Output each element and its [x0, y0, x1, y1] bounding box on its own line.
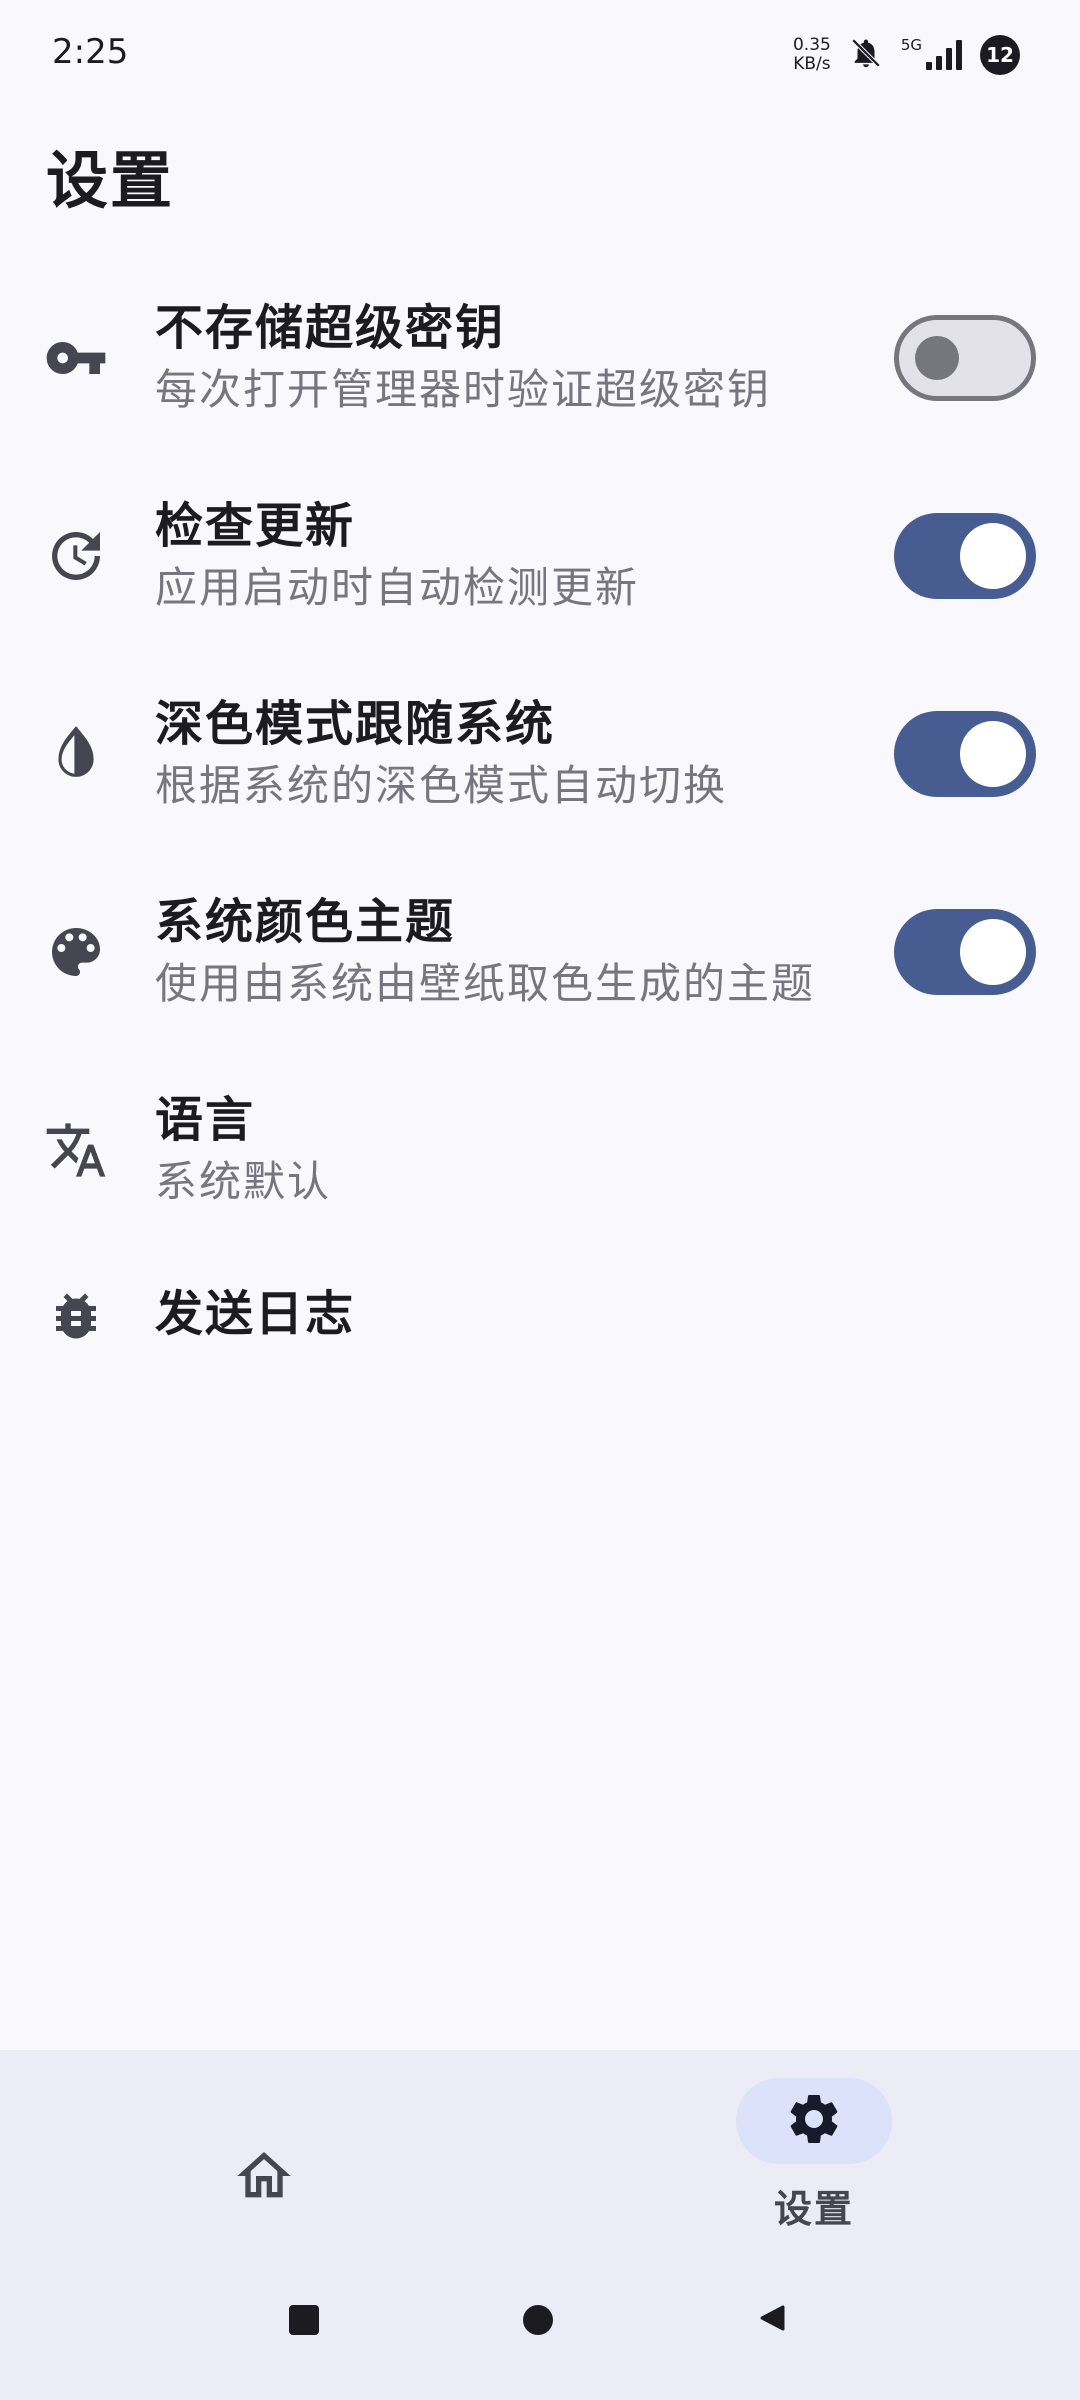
setting-language[interactable]: 语言 系统默认 [0, 1072, 1080, 1270]
nav-settings[interactable]: 设置 [736, 2078, 892, 2233]
toggle-knob [915, 336, 959, 380]
setting-subtitle: 使用由系统由壁纸取色生成的主题 [155, 959, 816, 1008]
setting-text: 检查更新 应用启动时自动检测更新 [155, 494, 639, 618]
setting-subtitle: 应用启动时自动检测更新 [155, 563, 640, 612]
setting-title: 语言 [155, 1092, 256, 1148]
network-type: 5G [900, 36, 922, 54]
home-icon [232, 2144, 296, 2212]
nav-home[interactable] [214, 2128, 314, 2228]
setting-text: 发送日志 [155, 1282, 355, 1346]
network-speed-value: 0.35 [792, 35, 831, 55]
back-triangle-icon [757, 2303, 787, 2337]
setting-text: 不存储超级密钥 每次打开管理器时验证超级密钥 [155, 296, 771, 420]
setting-title: 发送日志 [155, 1286, 356, 1342]
setting-title: 不存储超级密钥 [155, 300, 506, 356]
no-store-superkey-toggle[interactable] [894, 315, 1036, 401]
setting-check-update[interactable]: 检查更新 应用启动时自动检测更新 [0, 478, 1080, 676]
key-icon [44, 326, 108, 390]
bug-icon [44, 1284, 108, 1348]
cellular-signal: 5G [901, 36, 962, 70]
nav-settings-label: 设置 [773, 2187, 854, 2231]
status-icons: 0.35 KB/s 5G 12 [793, 30, 1020, 80]
check-update-toggle[interactable] [894, 513, 1036, 599]
bottom-navigation: 设置 [0, 2050, 1080, 2400]
setting-send-log[interactable]: 发送日志 [0, 1270, 1080, 1400]
gear-icon [784, 2089, 844, 2153]
setting-dark-mode-follow-system[interactable]: 深色模式跟随系统 根据系统的深色模式自动切换 [0, 676, 1080, 874]
bell-off-icon [849, 35, 883, 75]
setting-subtitle: 每次打开管理器时验证超级密钥 [155, 365, 772, 414]
toggle-knob [960, 919, 1026, 985]
network-speed: 0.35 KB/s [793, 36, 831, 74]
battery-icon: 12 [980, 35, 1020, 75]
setting-subtitle: 根据系统的深色模式自动切换 [155, 761, 728, 810]
system-navigation-bar [0, 2280, 1080, 2360]
dark-mode-toggle[interactable] [894, 711, 1036, 797]
circle-icon [523, 2305, 553, 2335]
translate-icon [44, 1118, 108, 1182]
settings-list: 不存储超级密钥 每次打开管理器时验证超级密钥 检查更新 应用启动时自动检测更新 [0, 280, 1080, 1400]
setting-text: 深色模式跟随系统 根据系统的深色模式自动切换 [155, 692, 727, 816]
setting-title: 系统颜色主题 [155, 894, 456, 950]
toggle-knob [960, 523, 1026, 589]
contrast-icon [44, 722, 108, 786]
recents-button[interactable] [284, 2300, 324, 2340]
nav-settings-indicator [736, 2078, 892, 2164]
setting-title: 检查更新 [155, 498, 356, 554]
network-speed-unit: KB/s [793, 54, 831, 74]
home-button[interactable] [518, 2300, 558, 2340]
status-bar: 2:25 0.35 KB/s 5G 12 [0, 0, 1080, 110]
setting-text: 系统颜色主题 使用由系统由壁纸取色生成的主题 [155, 890, 815, 1014]
palette-icon [44, 920, 108, 984]
setting-subtitle: 系统默认 [155, 1157, 332, 1206]
setting-system-color-theme[interactable]: 系统颜色主题 使用由系统由壁纸取色生成的主题 [0, 874, 1080, 1072]
status-time: 2:25 [52, 32, 129, 72]
signal-bars-icon [926, 40, 962, 70]
back-button[interactable] [752, 2300, 792, 2340]
square-icon [289, 2305, 319, 2335]
toggle-knob [960, 721, 1026, 787]
settings-screen: 2:25 0.35 KB/s 5G 12 设置 不存储超级密钥 每次打开管理器时… [0, 0, 1080, 2400]
setting-text: 语言 系统默认 [155, 1088, 331, 1212]
page-title: 设置 [46, 144, 175, 217]
update-icon [44, 524, 108, 588]
color-theme-toggle[interactable] [894, 909, 1036, 995]
setting-title: 深色模式跟随系统 [155, 696, 556, 752]
setting-no-store-superkey[interactable]: 不存储超级密钥 每次打开管理器时验证超级密钥 [0, 280, 1080, 478]
